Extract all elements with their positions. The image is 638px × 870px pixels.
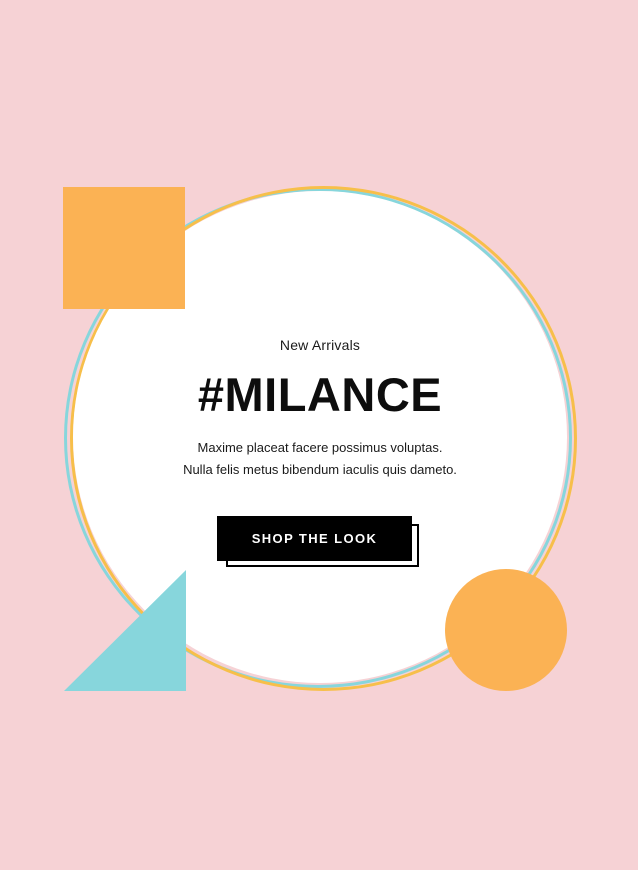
eyebrow-text: New Arrivals — [279, 337, 361, 353]
hero-content: New Arrivals #MILANCE Maxime placeat fac… — [73, 191, 567, 683]
hero-title: #MILANCE — [197, 368, 443, 421]
shop-the-look-button[interactable]: SHOP THE LOOK — [217, 516, 412, 561]
hero-banner: New Arrivals #MILANCE Maxime placeat fac… — [0, 0, 638, 870]
cta-group: SHOP THE LOOK — [217, 516, 423, 570]
hero-description: Maxime placeat facere possimus voluptas.… — [73, 437, 567, 481]
description-line: Maxime placeat facere possimus voluptas. — [197, 440, 443, 455]
description-line: Nulla felis metus bibendum iaculis quis … — [183, 462, 457, 477]
